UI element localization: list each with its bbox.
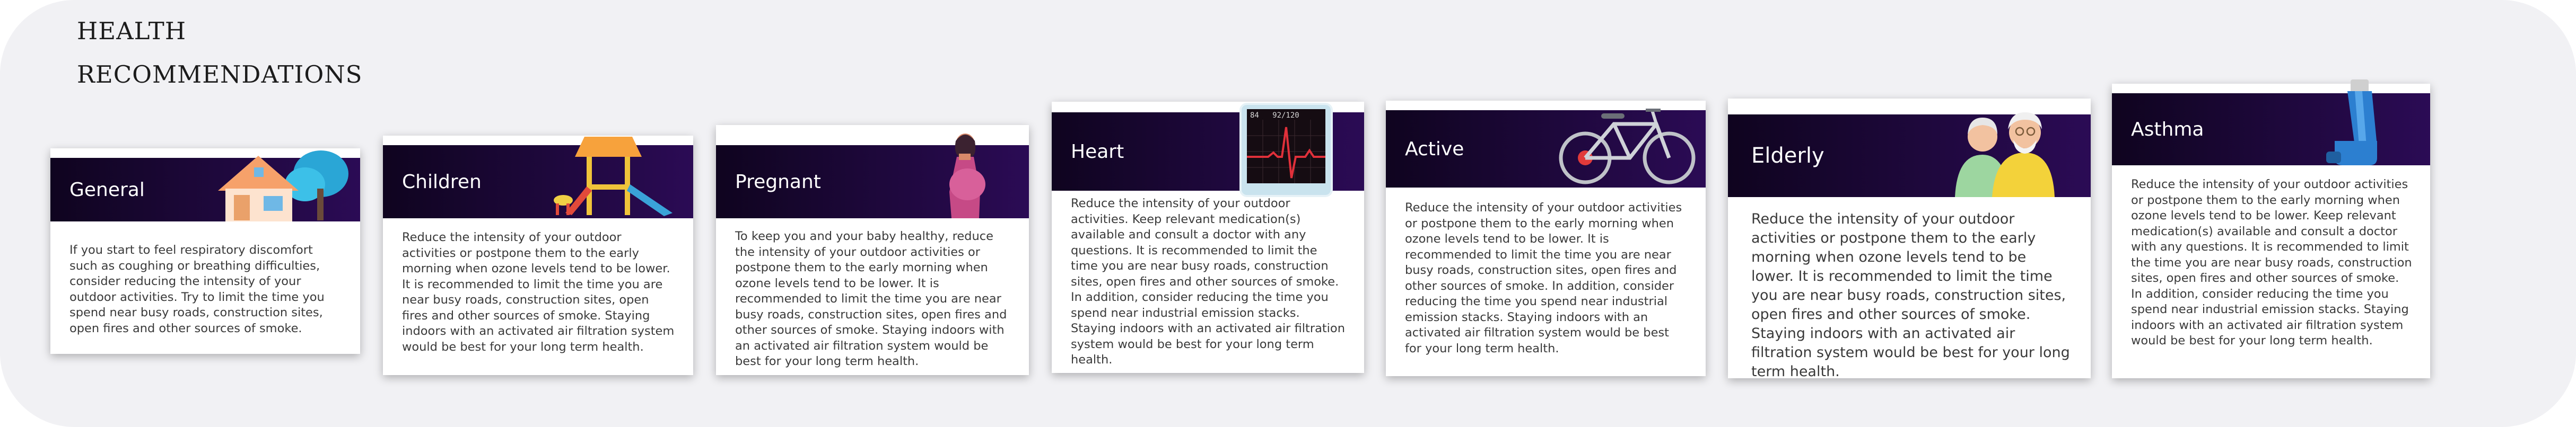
ecg-line-icon — [1247, 120, 1325, 183]
card-label: Elderly — [1751, 144, 1824, 168]
inhaler-icon — [2326, 79, 2377, 165]
card-header: Active — [1386, 109, 1706, 188]
monitor-screen: 84 92/120 — [1247, 109, 1325, 183]
card-general[interactable]: General If you start to feel respiratory… — [50, 148, 360, 354]
card-text: Reduce the intensity of your outdoor act… — [402, 230, 675, 354]
card-header: Pregnant — [716, 134, 1029, 218]
card-text: Reduce the intensity of your outdoor act… — [1071, 197, 1345, 367]
card-header: Elderly — [1728, 112, 2091, 197]
card-children[interactable]: Children Reduce the intensity of your ou… — [383, 136, 693, 375]
card-label: Heart — [1071, 140, 1124, 163]
card-active[interactable]: Active Reduce the intensity of your outd… — [1386, 101, 1706, 376]
heart-monitor-icon: 84 92/120 — [1242, 105, 1331, 195]
elderly-couple-icon — [1955, 112, 2055, 197]
page-title-line-1: HEALTH — [77, 17, 187, 45]
card-label: Active — [1405, 138, 1464, 160]
card-label: Asthma — [2131, 118, 2204, 140]
card-pregnant[interactable]: Pregnant To keep you and your baby healt… — [716, 125, 1029, 375]
page-title: HEALTH RECOMMENDATIONS — [77, 10, 362, 96]
card-elderly[interactable]: Elderly Reduce the intensity of your out… — [1728, 99, 2091, 380]
card-text: If you start to feel respiratory discomf… — [69, 243, 325, 335]
card-text: To keep you and your baby healthy, reduc… — [735, 229, 1007, 368]
card-header: Asthma — [2112, 79, 2430, 165]
card-header: General — [50, 150, 360, 221]
playground-icon — [554, 137, 673, 216]
card-text: Reduce the intensity of your outdoor act… — [1751, 211, 2070, 380]
card-label: General — [69, 179, 145, 201]
card-heart[interactable]: Heart 84 92/120 Reduce the intensity of … — [1052, 102, 1364, 373]
bicycle-icon — [1559, 109, 1696, 184]
card-header: Children — [383, 137, 693, 218]
card-label: Pregnant — [735, 171, 821, 193]
card-text: Reduce the intensity of your outdoor act… — [1405, 201, 1682, 355]
card-header: Heart 84 92/120 — [1052, 105, 1364, 195]
page-title-line-2: RECOMMENDATIONS — [77, 60, 363, 88]
house-tree-icon — [218, 150, 348, 221]
pregnant-woman-icon — [949, 134, 985, 218]
monitor-readout: 84 92/120 — [1250, 111, 1299, 120]
card-label: Children — [402, 171, 482, 193]
card-asthma[interactable]: Asthma Reduce the intensity of your outd… — [2112, 79, 2430, 378]
card-text: Reduce the intensity of your outdoor act… — [2131, 177, 2412, 348]
